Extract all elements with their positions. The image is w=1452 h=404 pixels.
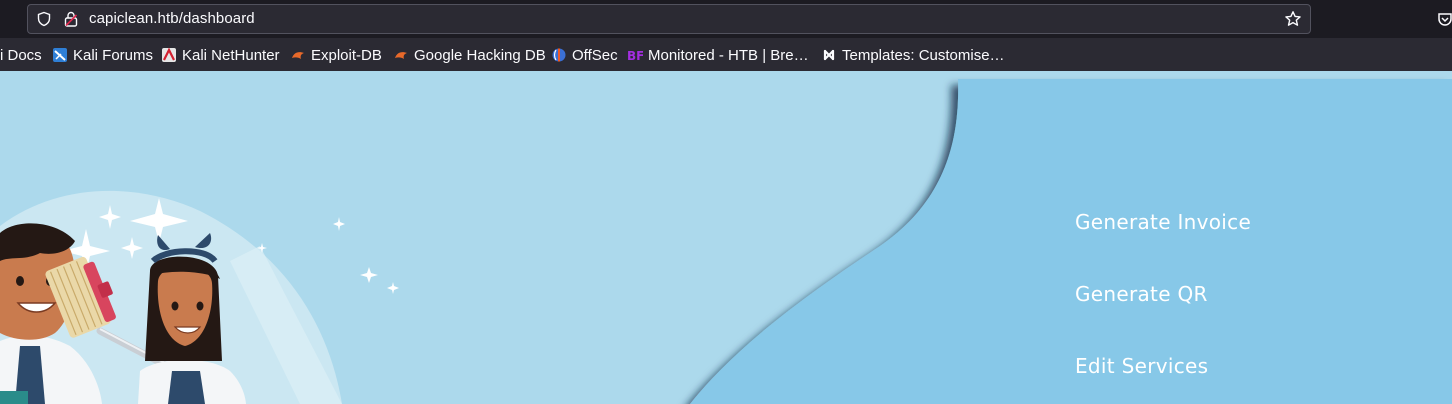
bookmark-kali-docs[interactable]: i Docs — [0, 46, 42, 64]
dashboard-page: Generate Invoice Generate QR Edit Servic… — [0, 71, 1452, 404]
joomla-icon — [823, 49, 835, 61]
kali-forums-icon — [53, 48, 67, 62]
nav-edit-services[interactable]: Edit Services — [1075, 354, 1208, 378]
pocket-icon[interactable] — [1437, 11, 1452, 27]
bookmark-kali-nethunter[interactable]: Kali NetHunter — [161, 46, 280, 64]
bookmark-templates[interactable]: Templates: Customise… — [821, 46, 1005, 64]
bookmark-monitored-htb[interactable]: BF Monitored - HTB | Bre… — [627, 46, 809, 64]
hero-background — [0, 71, 1452, 404]
offsec-icon — [552, 48, 566, 62]
bookmark-label: Kali Forums — [73, 46, 154, 64]
bf-icon: BF — [627, 49, 643, 63]
exploit-db-icon — [292, 52, 304, 59]
bookmark-label: Google Hacking DB — [414, 46, 546, 64]
bookmark-exploit-db[interactable]: Exploit-DB — [290, 46, 382, 64]
nav-generate-qr[interactable]: Generate QR — [1075, 282, 1208, 306]
bookmarks-toolbar: i Docs Kali Forums Kali NetHunter Exploi… — [0, 38, 1452, 72]
bookmark-star-icon[interactable] — [1284, 10, 1302, 28]
bookmark-kali-forums[interactable]: Kali Forums — [52, 46, 153, 64]
url-text[interactable]: capiclean.htb/dashboard — [89, 10, 255, 27]
bookmark-google-hacking-db[interactable]: Google Hacking DB — [393, 46, 546, 64]
bookmark-label: Exploit-DB — [311, 46, 382, 64]
shield-icon[interactable] — [36, 11, 52, 27]
bookmark-label: Kali NetHunter — [182, 46, 280, 64]
google-hacking-db-icon — [395, 52, 407, 59]
bookmark-label: i Docs — [0, 46, 42, 64]
bookmark-label: OffSec — [572, 46, 618, 64]
bookmark-offsec[interactable]: OffSec — [551, 46, 618, 64]
svg-text:BF: BF — [627, 49, 643, 63]
kali-nethunter-icon — [162, 47, 176, 62]
bookmark-label: Monitored - HTB | Bre… — [648, 46, 809, 64]
bookmark-label: Templates: Customise… — [842, 46, 1005, 64]
browser-toolbar: capiclean.htb/dashboard — [0, 0, 1452, 38]
lock-icon[interactable] — [64, 11, 78, 27]
nav-generate-invoice[interactable]: Generate Invoice — [1075, 210, 1251, 234]
address-bar[interactable]: capiclean.htb/dashboard — [27, 4, 1311, 34]
